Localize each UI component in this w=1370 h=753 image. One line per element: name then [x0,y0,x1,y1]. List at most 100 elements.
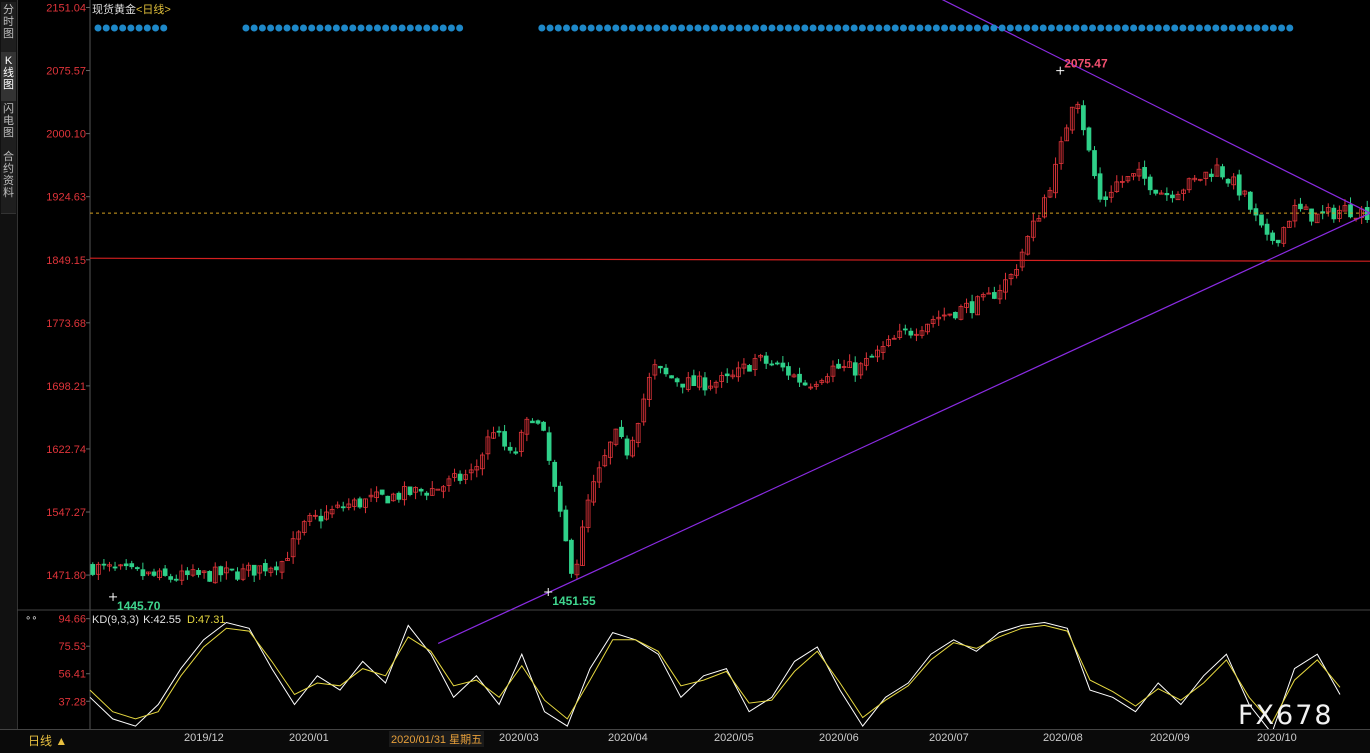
kd-header: KD(9,3,3) K:42.55 D:47.31 [92,614,226,626]
x-tick-label: 2020/10 [1257,732,1297,744]
event-marker-dot [299,24,307,32]
event-marker-dot [1146,24,1154,32]
x-tick-label: 2020/07 [929,732,969,744]
candle [1298,203,1303,210]
event-marker-dot [604,24,612,32]
candle [1092,150,1097,177]
event-marker-dot [875,24,883,32]
candle [546,432,552,461]
event-marker-dot [1179,24,1187,32]
candle [196,569,201,575]
event-marker-dot [431,24,439,32]
event-marker-dot [883,24,891,32]
event-marker-dot [94,24,102,32]
event-marker-dot [1105,24,1113,32]
event-marker-dot [242,24,250,32]
support-line [89,257,1370,262]
candle [218,566,224,576]
x-tick-label: 2019/12 [184,732,224,744]
indicator-settings-icon[interactable]: ∘∘ [25,613,38,624]
event-marker-dot [415,24,423,32]
event-marker-dot [743,24,751,32]
event-marker-dot [850,24,858,32]
y-tick-label: 1849.15 [46,255,86,267]
candle [385,495,391,504]
candle [1170,194,1175,199]
candle [619,426,624,438]
candle [1164,193,1170,196]
candle [557,485,563,512]
instrument-name: 现货黄金 [92,4,136,16]
event-marker-dot [842,24,850,32]
event-markers [94,24,1294,32]
candle [624,438,630,456]
event-marker-dot [135,24,143,32]
candle [674,378,680,383]
period-tab[interactable]: 日线 ▲ [28,732,67,749]
candle [435,488,441,491]
candle [836,363,841,369]
candle [530,420,535,424]
event-marker-dot [102,24,110,32]
candle [869,355,875,358]
event-marker-dot [1171,24,1179,32]
event-marker-dot [924,24,932,32]
candle [663,367,669,375]
candle [1153,189,1159,194]
event-marker-dot [899,24,907,32]
event-marker-dot [653,24,661,32]
candle [457,473,463,481]
y-tick-label: 2000.10 [46,129,86,141]
event-marker-dot [1130,24,1138,32]
candle [1309,208,1314,222]
kd-y-tick-label: 37.28 [58,696,86,708]
candle [418,488,424,492]
y-tick-label: 1924.63 [46,192,86,204]
event-marker-dot [998,24,1006,32]
y-tick-label: 1773.68 [46,318,86,330]
event-marker-dot [423,24,431,32]
candle [797,373,802,383]
candle [969,301,975,314]
event-marker-dot [834,24,842,32]
event-marker-dot [1228,24,1236,32]
event-marker-dot [1154,24,1162,32]
event-marker-dot [686,24,694,32]
candle [763,355,769,364]
kd-d-value: D:47.31 [187,614,226,626]
candle [207,571,212,582]
candle [262,563,268,572]
event-marker-dot [1253,24,1261,32]
kd-d-line [89,624,1341,725]
candle [496,430,502,433]
event-marker-dot [1121,24,1129,32]
event-marker-dot [398,24,406,32]
x-tick-label: 2020/09 [1150,732,1190,744]
event-marker-dot [752,24,760,32]
candle [407,486,413,495]
candle [563,509,569,542]
event-marker-dot [1006,24,1014,32]
event-marker-dot [776,24,784,32]
event-marker-dot [439,24,447,32]
event-marker-dot [973,24,981,32]
event-marker-dot [702,24,710,32]
event-marker-dot [760,24,768,32]
candle [134,567,140,570]
event-marker-dot [710,24,718,32]
candle [986,292,992,295]
event-marker-dot [267,24,275,32]
candle [151,571,157,576]
event-marker-dot [628,24,636,32]
event-marker-dot [982,24,990,32]
event-marker-dot [858,24,866,32]
event-marker-dot [727,24,735,32]
event-marker-dot [258,24,266,32]
candle [802,382,808,386]
candles [90,100,1370,586]
event-marker-dot [447,24,455,32]
event-marker-dot [941,24,949,32]
candle [340,506,346,509]
event-marker-dot [110,24,118,32]
event-marker-dot [1236,24,1244,32]
